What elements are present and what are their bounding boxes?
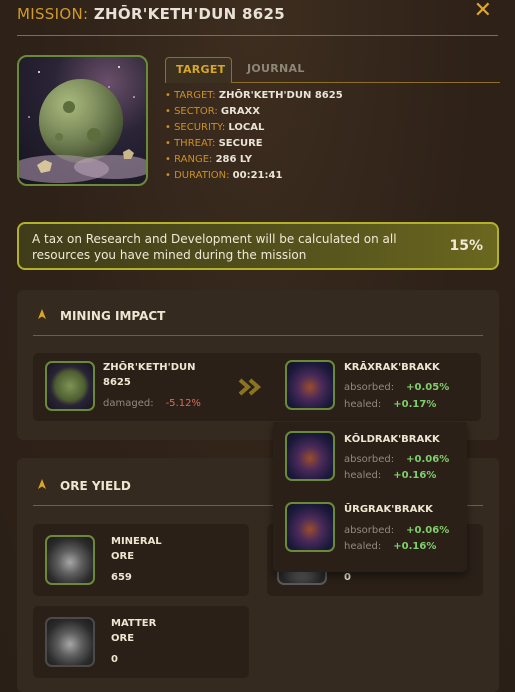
- ore-name-matter: MATTER ORE: [111, 618, 157, 644]
- info-row-target: • TARGET: ZHŌR'KETH'DUN 8625: [165, 90, 343, 101]
- ore-name-mineral: MINERAL ORE: [111, 536, 162, 562]
- entity-healed-koldrak: healed: +0.16%: [344, 470, 437, 481]
- impact-target-name: ZHŌR'KETH'DUN 8625: [103, 362, 196, 388]
- entity-healed-kraxrak: healed: +0.17%: [344, 399, 437, 410]
- entity-icon-koldrak[interactable]: [285, 431, 335, 481]
- info-row-duration: • DURATION: 00:21:41: [165, 170, 283, 181]
- entity-icon-kraxrak[interactable]: [285, 360, 335, 410]
- tab-journal[interactable]: JOURNAL: [237, 57, 315, 83]
- info-row-security: • SECURITY: LOCAL: [165, 122, 265, 133]
- mining-impact-card: MINING IMPACT ZHŌR'KETH'DUN 8625 damaged…: [17, 290, 499, 440]
- tax-message: A tax on Research and Development will b…: [32, 232, 397, 262]
- divider: [33, 335, 483, 336]
- target-planet-icon[interactable]: [45, 361, 95, 411]
- ore-amount-matter: 0: [111, 654, 118, 665]
- tax-banner: A tax on Research and Development will b…: [17, 222, 499, 270]
- entities-popup: KŌLDRAK'BRAKK absorbed: +0.06% healed: +0.…: [273, 422, 467, 572]
- entity-name-kraxrak: KRĀXRAK'BRAKK: [344, 362, 440, 373]
- tax-percent: 15%: [449, 238, 483, 254]
- entity-absorbed-koldrak: absorbed: +0.06%: [344, 454, 450, 465]
- ore-amount-mineral: 659: [111, 572, 132, 583]
- double-chevron-right-icon: [238, 378, 262, 396]
- mission-label: MISSION:: [17, 5, 89, 23]
- info-row-sector: • SECTOR: GRAXX: [165, 106, 260, 117]
- close-icon[interactable]: ✕: [474, 0, 492, 22]
- mission-header: MISSION: ZHŌR'KETH'DUN 8625 ✕: [17, 0, 498, 36]
- entity-absorbed-kraxrak: absorbed: +0.05%: [344, 382, 450, 393]
- ore-yield-title: ORE YIELD: [60, 479, 131, 493]
- info-row-threat: • THREAT: SECURE: [165, 138, 263, 149]
- entity-healed-urgrak: healed: +0.16%: [344, 541, 437, 552]
- mission-title: MISSION: ZHŌR'KETH'DUN 8625: [17, 5, 285, 23]
- ore-amount-hidden: 0: [344, 572, 351, 583]
- mission-name: ZHŌR'KETH'DUN 8625: [93, 5, 285, 23]
- rocket-icon: [38, 479, 46, 489]
- rocket-icon: [38, 309, 46, 319]
- target-planet-image: [17, 55, 148, 186]
- entity-name-koldrak: KŌLDRAK'BRAKK: [344, 434, 440, 445]
- entity-name-urgrak: ŪRGRAK'BRAKK: [344, 504, 433, 515]
- impact-damaged: damaged: -5.12%: [103, 398, 201, 409]
- info-row-range: • RANGE: 286 LY: [165, 154, 252, 165]
- mining-impact-title: MINING IMPACT: [60, 309, 166, 323]
- entity-absorbed-urgrak: absorbed: +0.06%: [344, 525, 450, 536]
- tab-target[interactable]: TARGET: [165, 57, 232, 83]
- matter-ore-icon[interactable]: [45, 617, 95, 667]
- entity-icon-urgrak[interactable]: [285, 502, 335, 552]
- mission-tabs: TARGET JOURNAL: [165, 57, 500, 83]
- mineral-ore-icon[interactable]: [45, 535, 95, 585]
- target-info: • TARGET: ZHŌR'KETH'DUN 8625 • SECTOR: G…: [165, 88, 343, 184]
